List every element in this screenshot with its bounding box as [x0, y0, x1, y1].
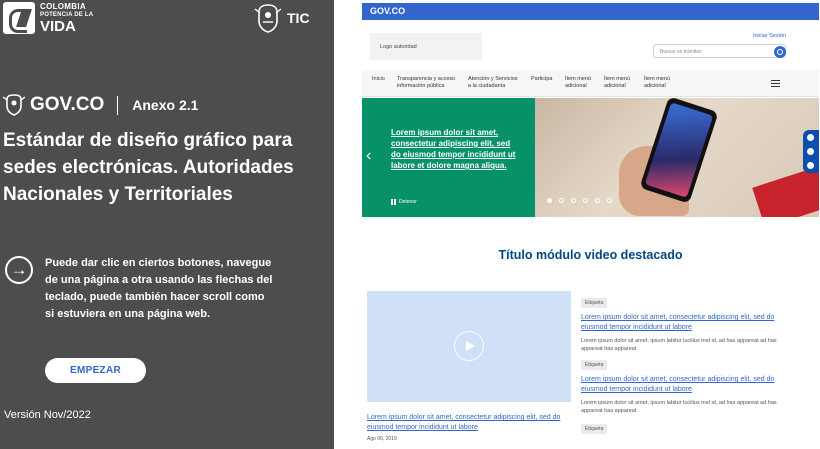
arrow-right-icon: → — [5, 256, 33, 284]
brand-line-2: POTENCIA DE LA — [40, 11, 94, 18]
carousel-dot[interactable] — [607, 198, 612, 203]
hero-carousel: ‹ Lorem ipsum dolor sit amet, consectetu… — [362, 98, 819, 217]
list-item: Etiqueta — [581, 417, 786, 435]
site-header: Logo autoridad Iniciar Sesión Buscar en … — [362, 20, 819, 70]
main-nav: Inicio Transparencia y acceso información… — [362, 70, 819, 97]
accessibility-zoom-out-icon[interactable] — [807, 148, 814, 155]
card-body: Lorem ipsum dolor sit amet, ipsum labitu… — [581, 338, 777, 352]
section-title: Título módulo video destacado — [498, 248, 683, 262]
video-player[interactable] — [367, 291, 571, 402]
accessibility-contrast-icon[interactable] — [807, 134, 814, 141]
coat-of-arms-icon — [254, 4, 282, 33]
search-placeholder: Buscar en trámites — [660, 49, 702, 55]
page-title: Estándar de diseño gráfico para sedes el… — [3, 130, 294, 205]
tag-badge: Etiqueta — [581, 424, 608, 434]
gov-header: GOV.CO Anexo 2.1 — [3, 94, 198, 116]
play-icon[interactable] — [454, 331, 484, 361]
pause-icon — [391, 199, 396, 205]
login-link[interactable]: Iniciar Sesión — [753, 33, 786, 39]
nav-item-adicional-3[interactable]: Ítem menú adicional — [644, 76, 670, 90]
topbar-gov-logo[interactable]: GOV.CO — [370, 6, 405, 16]
gov-topbar: GOV.CO — [362, 3, 819, 20]
carousel-dot[interactable] — [571, 198, 576, 203]
list-item: Etiqueta Lorem ipsum dolor sit amet, con… — [581, 353, 786, 415]
nav-item-atencion[interactable]: Atención y Servicios a la ciudadanía — [468, 76, 518, 90]
tic-logo: TIC — [287, 10, 310, 26]
pause-button[interactable]: Detener — [391, 199, 417, 205]
hero-text-panel: ‹ Lorem ipsum dolor sit amet, consectetu… — [362, 98, 535, 217]
card-title-link[interactable]: Lorem ipsum dolor sit amet, consectetur … — [581, 313, 786, 333]
chevron-left-icon[interactable]: ‹ — [366, 147, 371, 165]
nav-item-transparencia[interactable]: Transparencia y acceso información públic… — [397, 76, 455, 90]
accessibility-zoom-in-icon[interactable] — [807, 162, 814, 169]
search-input[interactable]: Buscar en trámites — [653, 44, 786, 58]
carousel-dot[interactable] — [583, 198, 588, 203]
nav-item-participa[interactable]: Participa — [531, 76, 552, 83]
card-title-link[interactable]: Lorem ipsum dolor sit amet, consectetur … — [581, 375, 786, 395]
annex-label: Anexo 2.1 — [132, 97, 199, 113]
carousel-dot[interactable] — [559, 198, 564, 203]
brand-line-1: COLOMBIA — [40, 1, 86, 11]
gov-co-shield-icon — [3, 94, 25, 116]
carousel-dot[interactable] — [547, 198, 552, 203]
video-date: Ago 06, 2019 — [367, 436, 397, 442]
pause-label: Detener — [399, 199, 417, 205]
tag-badge: Etiqueta — [581, 360, 608, 370]
phone-image — [639, 98, 719, 204]
hero-link[interactable]: Lorem ipsum dolor sit amet, consectetur … — [391, 127, 516, 171]
card-body: Lorem ipsum dolor sit amet, ipsum labitu… — [581, 400, 777, 414]
start-button[interactable]: EMPEZAR — [45, 358, 146, 383]
colombia-logo-icon — [3, 2, 35, 34]
brand-line-3: VIDA — [40, 17, 76, 35]
video-caption-link[interactable]: Lorem ipsum dolor sit amet, consectetur … — [367, 413, 573, 433]
hamburger-menu-icon[interactable] — [771, 80, 780, 87]
nav-item-adicional-1[interactable]: Ítem menú adicional — [565, 76, 591, 90]
intro-panel: COLOMBIA POTENCIA DE LA VIDA TIC GOV.CO … — [0, 0, 334, 449]
nav-item-inicio[interactable]: Inicio — [372, 76, 385, 83]
nav-item-adicional-2[interactable]: Ítem menú adicional — [604, 76, 630, 90]
carousel-dots — [547, 198, 619, 203]
site-mockup: GOV.CO Logo autoridad Iniciar Sesión Bus… — [334, 0, 820, 449]
help-text: Puede dar clic en ciertos botones, naveg… — [45, 257, 273, 320]
header-divider — [117, 95, 119, 115]
tag-badge: Etiqueta — [581, 298, 608, 308]
carousel-dot[interactable] — [595, 198, 600, 203]
search-icon[interactable] — [774, 46, 786, 58]
accessibility-side-tabs — [803, 130, 819, 173]
list-item: Etiqueta Lorem ipsum dolor sit amet, con… — [581, 291, 786, 353]
version-label: Versión Nov/2022 — [4, 409, 91, 421]
colombia-brand: COLOMBIA POTENCIA DE LA VIDA — [3, 2, 93, 34]
gov-co-logo: GOV.CO — [30, 94, 105, 115]
authority-logo-placeholder[interactable]: Logo autoridad — [370, 33, 482, 60]
